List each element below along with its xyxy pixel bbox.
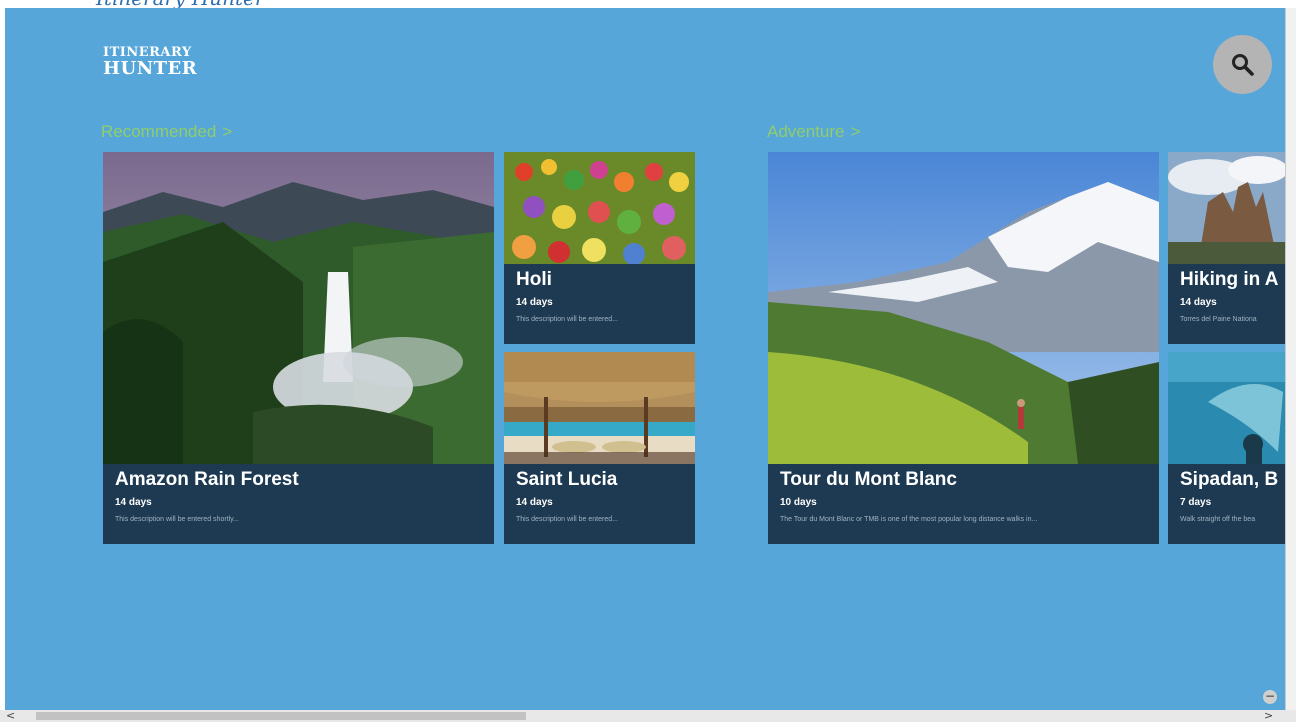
section-title-label: Adventure	[767, 122, 845, 141]
tile-duration: 14 days	[115, 497, 152, 508]
scroll-left-arrow-icon[interactable]: <	[6, 709, 15, 722]
horizontal-scrollbar[interactable]: < >	[0, 709, 1296, 722]
tile-description: This description will be entered...	[516, 516, 618, 523]
tile-description: Walk straight off the bea	[1180, 516, 1256, 523]
holi-colors-image	[504, 152, 695, 264]
tile-holi[interactable]: Holi 14 days This description will be en…	[504, 152, 695, 344]
tile-title: Hiking in A	[1180, 269, 1279, 290]
tile-caption: Holi 14 days This description will be en…	[504, 264, 695, 344]
window-top-strip: Itinerary Hunter	[0, 0, 1296, 8]
tile-amazon-rain-forest[interactable]: Amazon Rain Forest 14 days This descript…	[103, 152, 494, 544]
tile-caption: Sipadan, B 7 days Walk straight off the …	[1168, 464, 1285, 544]
tile-title: Tour du Mont Blanc	[780, 469, 957, 490]
underwater-image	[1168, 352, 1285, 464]
beach-hut-image	[504, 352, 695, 464]
tile-hiking[interactable]: Hiking in A 14 days Torres del Paine Nat…	[1168, 152, 1285, 344]
tile-sipadan[interactable]: Sipadan, B 7 days Walk straight off the …	[1168, 352, 1285, 544]
tile-description: This description will be entered shortly…	[115, 516, 239, 523]
tile-duration: 7 days	[1180, 497, 1212, 508]
chevron-right-icon: >	[850, 122, 861, 141]
chevron-right-icon: >	[222, 122, 233, 141]
app-canvas: ITINERARY HUNTER Recommended > Adventure >	[5, 8, 1285, 710]
tile-description: Torres del Paine Nationa	[1180, 316, 1257, 323]
tile-duration: 10 days	[780, 497, 817, 508]
tile-title: Amazon Rain Forest	[115, 469, 299, 490]
scroll-right-arrow-icon[interactable]: >	[1264, 709, 1273, 722]
tile-description: The Tour du Mont Blanc or TMB is one of …	[780, 516, 1038, 523]
tile-description: This description will be entered...	[516, 316, 618, 323]
mountain-image	[768, 152, 1159, 464]
search-button[interactable]	[1213, 35, 1272, 94]
section-title-label: Recommended	[101, 122, 217, 141]
window-right-edge	[1285, 8, 1296, 710]
tile-title: Holi	[516, 269, 552, 290]
scrollbar-thumb[interactable]	[36, 712, 526, 720]
window-top-text: Itinerary Hunter	[96, 0, 264, 8]
tile-duration: 14 days	[516, 297, 553, 308]
tile-duration: 14 days	[516, 497, 553, 508]
section-title-recommended[interactable]: Recommended >	[101, 122, 232, 142]
section-title-adventure[interactable]: Adventure >	[767, 122, 860, 142]
tile-caption: Hiking in A 14 days Torres del Paine Nat…	[1168, 264, 1285, 344]
tile-caption: Amazon Rain Forest 14 days This descript…	[103, 464, 494, 544]
waterfall-image	[103, 152, 494, 464]
logo-line-2: HUNTER	[103, 58, 198, 79]
tile-title: Saint Lucia	[516, 469, 618, 490]
tile-duration: 14 days	[1180, 297, 1217, 308]
tile-saint-lucia[interactable]: Saint Lucia 14 days This description wil…	[504, 352, 695, 544]
search-icon	[1231, 53, 1254, 76]
zoom-out-button[interactable]: −	[1263, 690, 1277, 704]
tile-tour-du-mont-blanc[interactable]: Tour du Mont Blanc 10 days The Tour du M…	[768, 152, 1159, 544]
torres-image	[1168, 152, 1285, 264]
tile-caption: Tour du Mont Blanc 10 days The Tour du M…	[768, 464, 1159, 544]
tile-caption: Saint Lucia 14 days This description wil…	[504, 464, 695, 544]
app-logo: ITINERARY HUNTER	[103, 46, 197, 78]
tile-title: Sipadan, B	[1180, 469, 1279, 490]
